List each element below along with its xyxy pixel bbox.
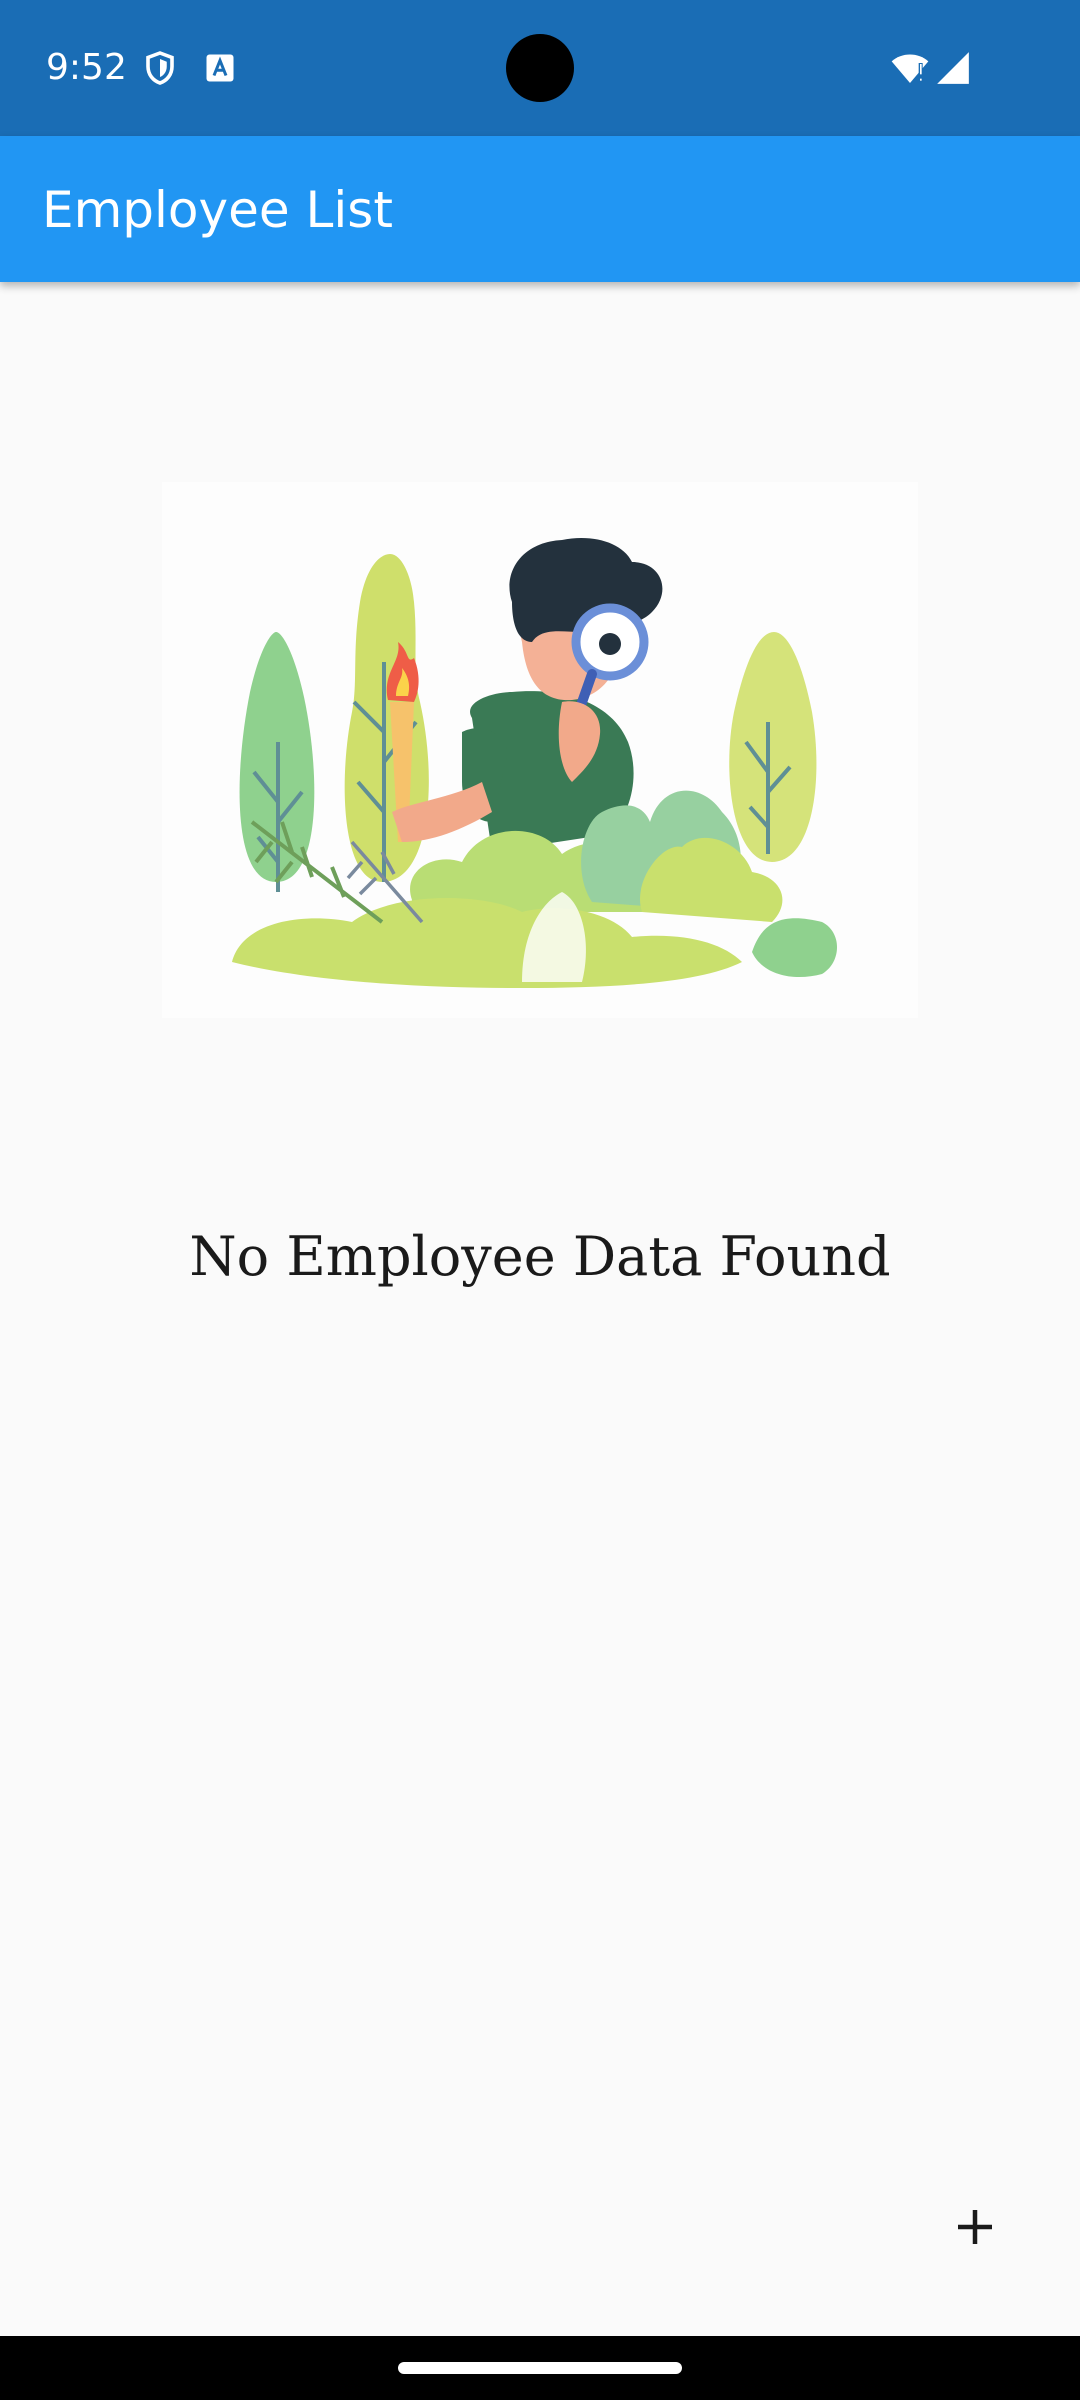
wifi-alert-icon xyxy=(890,48,930,88)
camera-cutout xyxy=(506,34,574,102)
navigation-bar xyxy=(0,2336,1080,2400)
shield-icon xyxy=(142,50,178,86)
empty-state-illustration xyxy=(162,482,918,1018)
signal-icon xyxy=(934,49,972,87)
empty-state-message: No Employee Data Found xyxy=(189,1225,891,1288)
add-employee-button[interactable] xyxy=(940,2192,1010,2262)
status-bar: 9:52 xyxy=(0,0,1080,136)
gesture-handle[interactable] xyxy=(398,2362,682,2374)
employee-list-screen: 9:52 Employee List No Employee Data Foun… xyxy=(0,0,1080,2400)
text-a-icon xyxy=(202,50,238,86)
plus-icon xyxy=(940,2210,1010,2265)
page-title: Employee List xyxy=(42,181,393,239)
app-bar: Employee List xyxy=(0,136,1080,282)
status-time: 9:52 xyxy=(46,47,127,88)
